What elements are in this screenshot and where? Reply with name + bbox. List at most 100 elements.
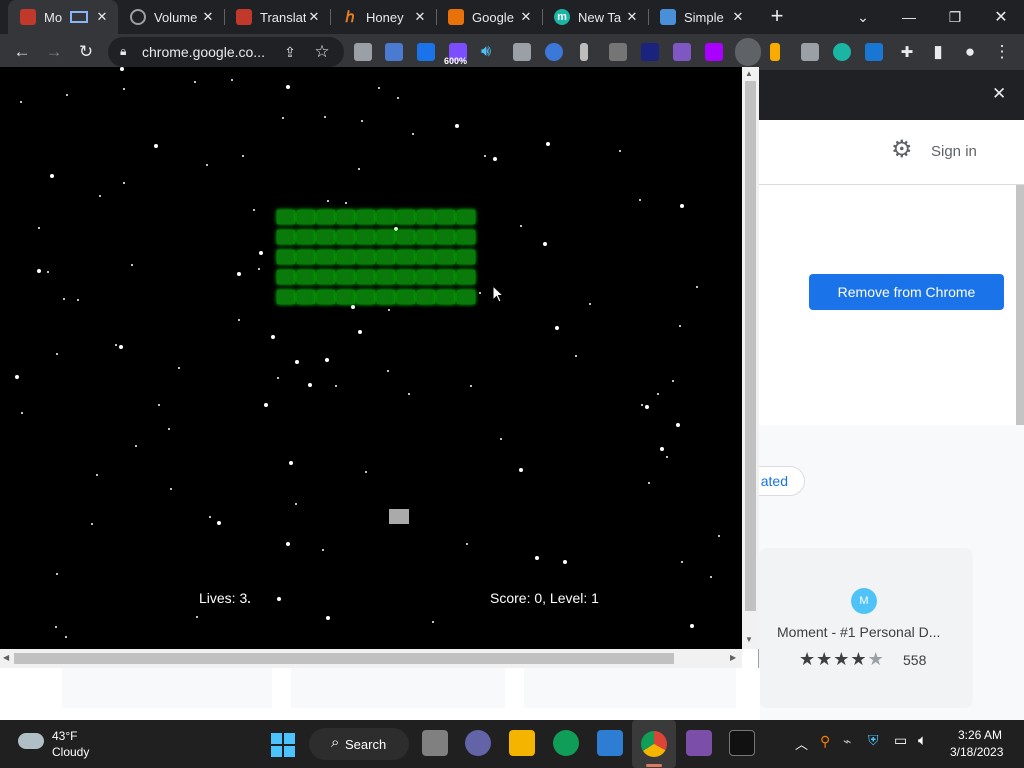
vertical-scrollbar[interactable]: ▲ ▼ <box>742 67 759 649</box>
extension-icon[interactable] <box>673 43 691 61</box>
scroll-down-icon[interactable]: ▼ <box>745 635 753 644</box>
forward-button[interactable]: → <box>40 38 68 66</box>
extension-card[interactable] <box>62 668 272 708</box>
tab-simple[interactable]: Simple ✕ <box>648 0 754 34</box>
tab-moment[interactable]: Mo ✕ <box>8 0 118 34</box>
brick <box>277 250 295 264</box>
task-view-icon[interactable] <box>422 730 448 756</box>
star-dot <box>154 144 158 148</box>
star-dot <box>158 404 160 406</box>
clock-time[interactable]: 3:26 AM <box>958 728 1002 742</box>
extension-card[interactable] <box>524 668 736 708</box>
extension-icon[interactable] <box>609 43 627 61</box>
puzzle-icon[interactable]: ✚ <box>893 38 921 66</box>
scroll-thumb[interactable] <box>14 653 674 664</box>
speaker-icon[interactable]: 🔊︎ <box>481 43 499 61</box>
star-dot <box>115 344 117 346</box>
remove-from-chrome-button[interactable]: Remove from Chrome <box>809 274 1004 310</box>
tetris-icon[interactable] <box>705 43 723 61</box>
moment-icon[interactable] <box>833 43 851 61</box>
security-icon[interactable]: ⛨ <box>868 732 879 749</box>
star-dot <box>519 468 523 472</box>
visual-studio-icon[interactable] <box>686 730 712 756</box>
tab-translate[interactable]: Translat ✕ <box>224 0 330 34</box>
tray-app-icon[interactable]: ⚲ <box>820 733 830 750</box>
page-scrollbar[interactable] <box>1016 185 1024 435</box>
horizontal-scrollbar[interactable]: ◀ ▶ <box>0 649 742 668</box>
restore-button[interactable]: ❐ <box>932 0 978 34</box>
star-dot <box>63 298 65 300</box>
brick <box>437 270 455 284</box>
scroll-thumb[interactable] <box>745 81 756 611</box>
extension-icon[interactable] <box>865 43 883 61</box>
paddle[interactable] <box>389 509 409 524</box>
chrome-taskbar-button[interactable] <box>632 720 676 768</box>
tab-volume[interactable]: Volume ✕ <box>118 0 224 34</box>
teams-chat-icon[interactable] <box>465 730 491 756</box>
clock-date[interactable]: 3/18/2023 <box>950 745 1003 759</box>
moment-icon: m <box>554 9 570 25</box>
extension-icon[interactable] <box>417 43 435 61</box>
extension-icon[interactable] <box>770 43 780 61</box>
star-dot <box>466 543 468 545</box>
close-icon[interactable]: ✕ <box>992 84 1006 104</box>
windows-start-icon[interactable] <box>271 733 295 757</box>
terminal-icon[interactable] <box>729 730 755 756</box>
close-icon[interactable]: ✕ <box>412 9 428 25</box>
brick <box>297 290 315 304</box>
star-dot <box>286 85 290 89</box>
sign-in-link[interactable]: Sign in <box>931 143 977 160</box>
close-icon[interactable]: ✕ <box>94 9 110 25</box>
brick <box>437 250 455 264</box>
close-icon[interactable]: ✕ <box>518 9 534 25</box>
network-icon[interactable]: ▭ <box>894 732 907 749</box>
extension-icon[interactable] <box>354 43 372 61</box>
tab-search-button[interactable]: ⌄ <box>840 0 886 34</box>
taskbar-search[interactable]: ⌕ Search <box>309 728 409 760</box>
reload-button[interactable]: ↻ <box>72 38 100 66</box>
translate-extension-icon[interactable] <box>385 43 403 61</box>
tab-honey[interactable]: ℎ Honey ✕ <box>330 0 436 34</box>
profile-icon[interactable]: ● <box>956 38 984 66</box>
volume-icon[interactable]: 🔈︎ <box>918 732 927 749</box>
new-tab-button[interactable]: + <box>764 4 790 30</box>
brick <box>297 270 315 284</box>
share-icon[interactable]: ⇪ <box>276 38 304 66</box>
file-explorer-icon[interactable] <box>509 730 535 756</box>
star-dot <box>679 325 681 327</box>
extension-card[interactable]: M Moment - #1 Personal D... ★★★★★ 558 <box>759 548 973 708</box>
close-icon[interactable]: ✕ <box>200 9 216 25</box>
extension-icon[interactable] <box>513 43 531 61</box>
scroll-left-icon[interactable]: ◀ <box>3 653 9 662</box>
weather-condition[interactable]: Cloudy <box>52 745 89 759</box>
side-panel-icon[interactable]: ▮ <box>924 38 952 66</box>
star-dot <box>432 621 434 623</box>
star-dot <box>231 79 233 81</box>
close-icon[interactable]: ✕ <box>730 9 746 25</box>
close-window-button[interactable]: ✕ <box>978 0 1024 34</box>
minimize-button[interactable]: — <box>886 0 932 34</box>
breakout-game-canvas[interactable]: Lives: 3 Score: 0, Level: 1 <box>0 67 742 649</box>
scroll-right-icon[interactable]: ▶ <box>730 653 736 662</box>
tab-google[interactable]: Google ✕ <box>436 0 542 34</box>
gear-icon[interactable]: ⚙ <box>891 138 913 162</box>
extension-icon[interactable] <box>801 43 819 61</box>
back-button[interactable]: ← <box>8 38 36 66</box>
tab-new-tab[interactable]: m New Ta ✕ <box>542 0 648 34</box>
weather-temp[interactable]: 43°F <box>52 729 77 743</box>
tray-app-icon[interactable]: ⌁ <box>843 733 851 750</box>
star-dot <box>718 535 720 537</box>
extension-icon[interactable] <box>641 43 659 61</box>
edge-icon[interactable] <box>553 730 579 756</box>
microsoft-store-icon[interactable] <box>597 730 623 756</box>
bookmark-star-icon[interactable]: ☆ <box>308 38 336 66</box>
extension-card[interactable] <box>291 668 505 708</box>
extension-icon[interactable] <box>580 43 588 61</box>
scroll-up-icon[interactable]: ▲ <box>745 69 753 78</box>
space-invader-icon[interactable] <box>735 38 761 66</box>
close-icon[interactable]: ✕ <box>306 9 322 25</box>
chevron-up-icon[interactable]: ︿ <box>795 734 808 753</box>
menu-icon[interactable]: ⋮ <box>988 38 1016 66</box>
close-icon[interactable]: ✕ <box>624 9 640 25</box>
extension-icon[interactable] <box>545 43 563 61</box>
